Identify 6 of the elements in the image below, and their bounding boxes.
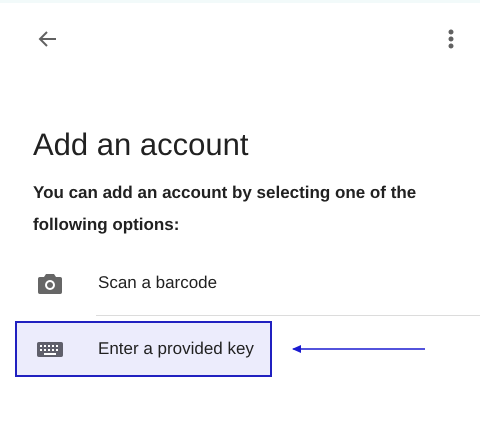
option-item[interactable]: Scan a barcode [15,255,236,311]
page-title: Add an account [33,127,250,163]
camera-icon [37,271,63,295]
option-item[interactable]: Enter a provided key [15,321,272,377]
more-options-icon[interactable] [448,28,454,48]
description-text: You can add an account by selecting one of the following options: [33,182,418,236]
